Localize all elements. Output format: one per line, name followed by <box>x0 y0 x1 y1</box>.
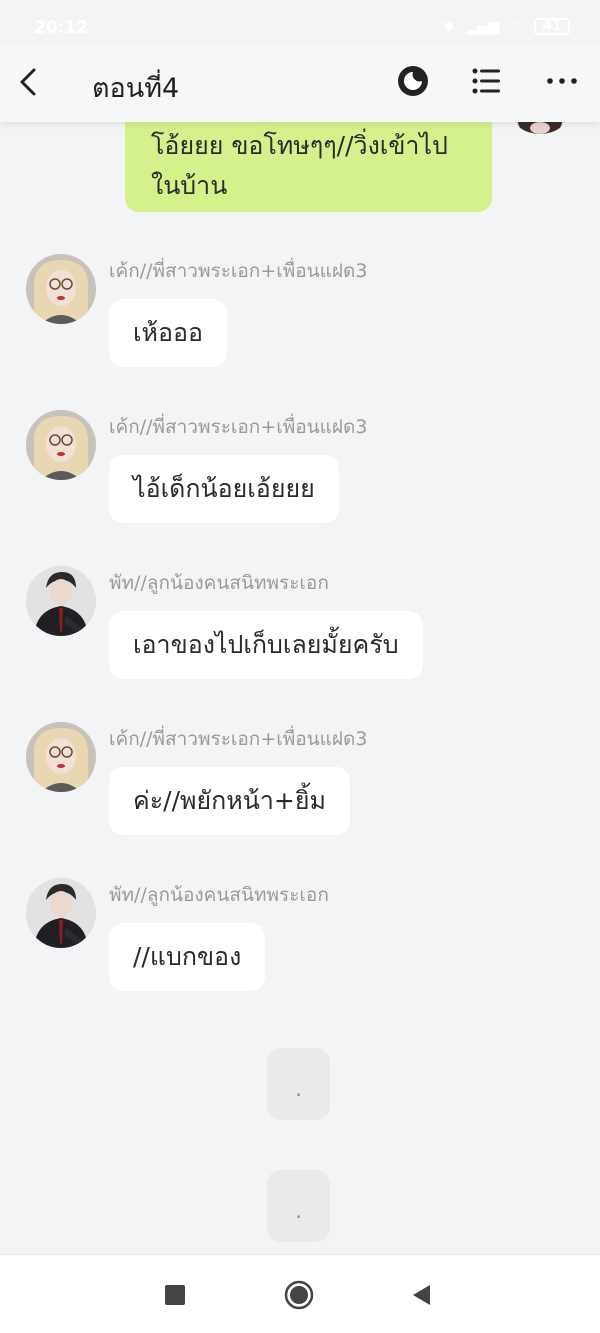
system-back-button[interactable] <box>410 1283 434 1307</box>
girl-avatar[interactable] <box>26 410 96 480</box>
wifi-icon: ◠ <box>511 18 522 35</box>
my-message-bubble: โอ้ยยย ขอโทษๆๆ//วิ่งเข้าไป ในบ้าน <box>125 122 492 212</box>
chat-area[interactable]: โอ้ยยย ขอโทษๆๆ//วิ่งเข้าไป ในบ้าน เค้ก//… <box>0 122 600 1254</box>
message-bubble: //แบกของ <box>109 923 266 991</box>
night-mode-icon <box>398 66 428 96</box>
back-button[interactable] <box>12 62 48 102</box>
chat-message: พัท//ลูกน้องคนสนิทพระเอก //แบกของ <box>0 878 600 1008</box>
page-title: ตอนที่4 <box>92 73 180 104</box>
girl-avatar[interactable] <box>26 254 96 324</box>
bluetooth-icon: ✱ <box>443 18 455 35</box>
chat-message: เค้ก//พี่สาวพระเอก+เพื่อนแฝด3 ค่ะ//พยักห… <box>0 722 600 852</box>
man-avatar[interactable] <box>26 878 96 948</box>
my-message-line: ในบ้าน <box>151 171 228 200</box>
sender-name: เค้ก//พี่สาวพระเอก+เพื่อนแฝด3 <box>109 416 368 438</box>
home-circle-icon <box>284 1280 314 1310</box>
narration-bubble: . <box>267 1048 330 1120</box>
my-avatar[interactable] <box>512 122 568 134</box>
message-bubble: เห้อออ <box>109 299 228 367</box>
chat-message: เค้ก//พี่สาวพระเอก+เพื่อนแฝด3 ไอ้เด็กน้อ… <box>0 410 600 540</box>
top-app-bar: ตอนที่4 <box>0 44 600 122</box>
more-dots-icon <box>547 78 577 84</box>
chat-message: พัท//ลูกน้องคนสนิทพระเอก เอาของไปเก็บเลย… <box>0 566 600 696</box>
sender-name: พัท//ลูกน้องคนสนิทพระเอก <box>109 572 329 594</box>
message-bubble: ค่ะ//พยักหน้า+ยิ้ม <box>109 767 350 835</box>
chapter-list-button[interactable] <box>470 64 504 98</box>
my-message-line: โอ้ยยย ขอโทษๆๆ//วิ่งเข้าไป <box>151 131 448 160</box>
sender-name: เค้ก//พี่สาวพระเอก+เพื่อนแฝด3 <box>109 728 368 750</box>
man-avatar[interactable] <box>26 566 96 636</box>
chevron-left-icon <box>20 68 36 96</box>
recents-button[interactable] <box>165 1285 185 1305</box>
battery-icon: 41 <box>534 18 570 35</box>
home-button[interactable] <box>284 1280 314 1310</box>
sender-name: เค้ก//พี่สาวพระเอก+เพื่อนแฝด3 <box>109 260 368 282</box>
sender-name: พัท//ลูกน้องคนสนิทพระเอก <box>109 884 329 906</box>
girl-avatar[interactable] <box>26 722 96 792</box>
status-icons: ✱ ▂▄▆ ◠ 41 <box>443 18 570 35</box>
list-icon <box>472 68 500 94</box>
message-bubble: ไอ้เด็กน้อยเอ้ยยย <box>109 455 339 523</box>
triangle-back-icon <box>413 1285 430 1305</box>
system-nav-bar <box>0 1254 600 1333</box>
status-time: 20:12 <box>34 18 89 38</box>
signal-icon: ▂▄▆ <box>466 18 500 35</box>
chat-message: เค้ก//พี่สาวพระเอก+เพื่อนแฝด3 เห้อออ <box>0 254 600 384</box>
more-options-button[interactable] <box>544 66 580 96</box>
narration-bubble: . <box>267 1170 330 1242</box>
message-bubble: เอาของไปเก็บเลยมั้ยครับ <box>109 611 423 679</box>
night-mode-button[interactable] <box>396 64 430 98</box>
